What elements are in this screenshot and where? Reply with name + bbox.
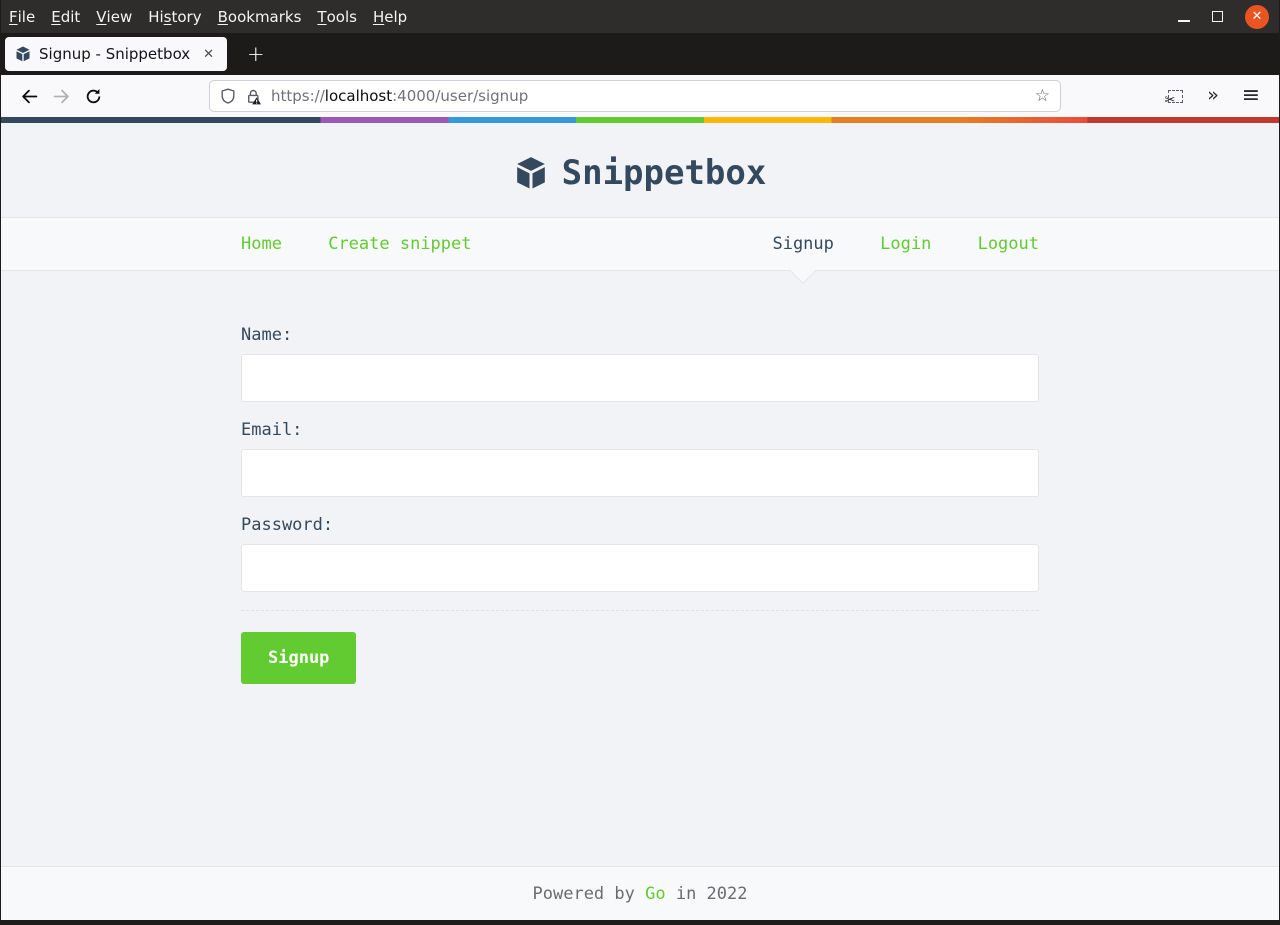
overflow-menu-button[interactable]: » (1197, 80, 1229, 112)
tab-title: Signup - Snippetbox (39, 45, 191, 63)
menu-history[interactable]: Hi s tory (140, 0, 209, 33)
close-button[interactable]: ✕ (1245, 4, 1269, 29)
nav-right: Signup Login Logout (736, 231, 1039, 285)
page-viewport: Snippetbox Home Create snippet Signup Lo… (1, 117, 1279, 920)
hamburger-menu-icon: ≡ (1241, 83, 1261, 108)
forward-icon (53, 89, 69, 103)
menu-edit[interactable]: Edit (43, 0, 88, 33)
scissors-icon: ✂ (1164, 92, 1176, 108)
footer-go-link[interactable]: Go (645, 884, 665, 904)
menu-help[interactable]: Help (365, 0, 415, 33)
screenshot-extension-button[interactable]: ✂ (1159, 80, 1191, 112)
shield-icon[interactable] (220, 88, 236, 104)
page-title: Snippetbox (561, 153, 767, 193)
reload-icon (86, 88, 100, 103)
minimize-button[interactable] (1178, 8, 1190, 26)
brand-link[interactable]: Snippetbox (514, 153, 767, 193)
url-scheme: https:// (271, 87, 325, 105)
nav-link-logout[interactable]: Logout (978, 234, 1039, 254)
url-text: https://localhost:4000/user/signup (271, 87, 1026, 105)
submit-row: Signup (241, 610, 1039, 684)
name-field-row: Name: (241, 325, 1039, 402)
url-bar[interactable]: https://localhost:4000/user/signup ☆ (209, 80, 1061, 112)
app-menu-button[interactable]: ≡ (1235, 80, 1267, 112)
tab-signup-snippetbox[interactable]: Signup - Snippetbox ✕ (5, 37, 227, 71)
email-field-row: Email: (241, 420, 1039, 497)
forward-button[interactable] (45, 80, 77, 112)
site-footer: Powered by Go in 2022 (1, 866, 1279, 920)
footer-suffix: in 2022 (665, 883, 748, 904)
window-bottom-frame (1, 920, 1279, 925)
password-input[interactable] (241, 544, 1039, 592)
tab-close-icon[interactable]: ✕ (198, 45, 219, 64)
menu-bar: File Edit View Hi s tory Bookmarks Tools H… (1, 0, 1279, 33)
nav-link-home[interactable]: Home (241, 234, 282, 254)
back-icon (21, 89, 37, 103)
nav-link-create-snippet[interactable]: Create snippet (328, 234, 471, 254)
navigation-toolbar: https://localhost:4000/user/signup ☆ ✂ »… (1, 75, 1279, 117)
browser-window: File Edit View Hi s tory Bookmarks Tools H… (0, 0, 1280, 925)
snippetbox-favicon (16, 46, 30, 62)
nav-link-signup[interactable]: Signup (772, 231, 834, 285)
signup-submit-button[interactable]: Signup (241, 632, 357, 684)
toolbar-right: ✂ » ≡ (1159, 80, 1267, 112)
lock-warning-icon[interactable] (245, 88, 262, 105)
email-input[interactable] (241, 449, 1039, 497)
screenshot-icon: ✂ (1165, 89, 1183, 108)
signup-form-area: Name: Email: Password: Signup (1, 271, 1279, 866)
signup-form: Name: Email: Password: Signup (241, 325, 1039, 684)
footer-prefix: Powered by (532, 883, 646, 904)
email-label: Email: (241, 420, 303, 440)
menu-file[interactable]: File (1, 0, 43, 33)
menu-view[interactable]: View (88, 0, 140, 33)
bookmark-star-icon[interactable]: ☆ (1035, 87, 1050, 105)
password-label: Password: (241, 515, 334, 535)
name-input[interactable] (241, 354, 1039, 402)
reload-button[interactable] (77, 80, 109, 112)
close-icon: ✕ (1251, 9, 1263, 24)
name-label: Name: (241, 325, 293, 345)
maximize-button[interactable] (1212, 8, 1223, 26)
overflow-chevron-icon: » (1207, 83, 1219, 106)
new-tab-button[interactable]: + (239, 42, 273, 66)
nav-left: Home Create snippet (241, 231, 508, 257)
minimize-icon (1178, 19, 1190, 22)
password-field-row: Password: (241, 515, 1039, 592)
nav-link-signup-label: Signup (772, 234, 834, 254)
window-controls: ✕ (1178, 4, 1279, 29)
site-nav: Home Create snippet Signup Login Logout (1, 217, 1279, 285)
url-domain: localhost (324, 87, 393, 105)
menu-tools[interactable]: Tools (309, 0, 365, 33)
url-path: :4000/user/signup (392, 87, 529, 105)
footer-text: Powered by Go in 2022 (533, 884, 748, 904)
snippetbox-logo-icon (516, 157, 545, 189)
site-header: Snippetbox (1, 123, 1279, 217)
maximize-icon (1212, 10, 1223, 22)
back-button[interactable] (13, 80, 45, 112)
tab-bar: Signup - Snippetbox ✕ + (1, 33, 1279, 75)
nav-link-login[interactable]: Login (880, 234, 931, 254)
menu-bookmarks[interactable]: Bookmarks (210, 0, 310, 33)
